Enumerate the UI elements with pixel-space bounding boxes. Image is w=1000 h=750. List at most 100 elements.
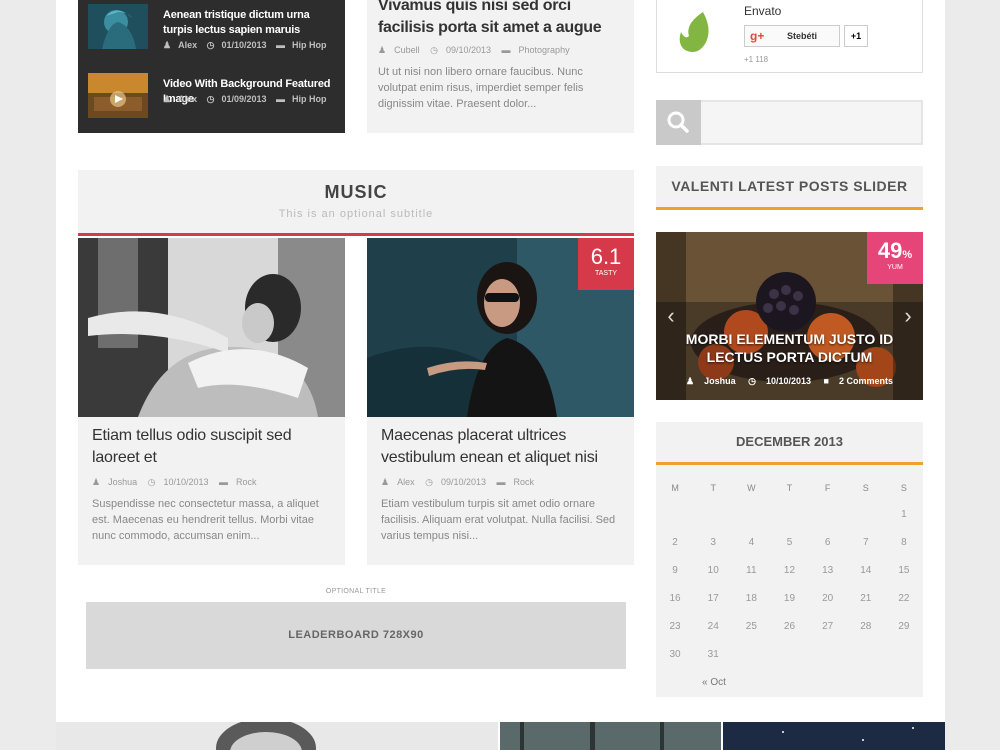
gplus-follow-button[interactable]: g+ Stebéti <box>744 25 840 47</box>
calendar-day: 26 <box>783 620 796 632</box>
comments-link[interactable]: 2 Comments <box>839 376 893 386</box>
calendar-day: 24 <box>707 620 719 632</box>
calendar-day: 5 <box>786 536 793 548</box>
post-title[interactable]: Vivamus quis nisi sed orci facilisis por… <box>378 0 628 39</box>
post-title[interactable]: Maecenas placerat ultrices vestibulum en… <box>381 425 621 469</box>
page-name[interactable]: Envato <box>744 4 781 18</box>
category[interactable]: Photography <box>519 45 570 55</box>
latest-posts-slider[interactable]: ‹ › 49% YUM MORBI ELEMENTUM JUSTO ID LEC… <box>656 232 923 400</box>
weekday-header: F <box>824 483 831 493</box>
post-thumbnail[interactable] <box>88 73 148 118</box>
search-button[interactable] <box>656 100 701 145</box>
weekday-header: S <box>862 483 869 493</box>
weekday-header: M <box>671 483 679 493</box>
page: Aenean tristique dictum urna turpis lect… <box>56 0 945 750</box>
author[interactable]: Cubell <box>394 45 420 55</box>
search-icon <box>667 111 689 133</box>
calendar-day: 4 <box>748 536 755 548</box>
calendar-table: M T W T F S S 1 2345678 9 10 11 12 13 14 15 16… <box>656 476 923 668</box>
calendar-day: 1 <box>901 508 907 520</box>
slider-post-title[interactable]: MORBI ELEMENTUM JUSTO ID LECTUS PORTA DI… <box>676 330 903 366</box>
footer-image[interactable] <box>56 722 498 750</box>
date: 09/10/2013 <box>445 45 492 55</box>
user-icon: ♟ <box>686 376 695 386</box>
calendar-day: 8 <box>901 536 907 548</box>
section-subtitle: This is an optional subtitle <box>278 208 434 220</box>
calendar-day: 10 <box>707 564 719 576</box>
score-value: 49% <box>867 238 923 264</box>
calendar-day <box>847 500 885 528</box>
author[interactable]: Joshua <box>108 477 137 487</box>
calendar-day <box>809 640 847 668</box>
author[interactable]: Joshua <box>704 376 736 386</box>
calendar-day: 19 <box>783 592 796 604</box>
search-input[interactable] <box>703 102 921 143</box>
mini-post[interactable]: Video With Background Featured Image ♟ Al… <box>88 73 338 123</box>
calendar-day: 13 <box>822 564 834 576</box>
footer-image[interactable] <box>500 722 721 750</box>
weekday-header: W <box>747 483 756 493</box>
score-unit: % <box>902 249 913 261</box>
user-icon: ♟ <box>381 477 390 487</box>
slider-widget-title: VALENTI LATEST POSTS SLIDER <box>656 166 923 210</box>
post-thumbnail[interactable] <box>88 4 148 49</box>
slider-prev-arrow[interactable]: ‹ <box>656 232 686 400</box>
author[interactable]: Alex <box>178 40 197 50</box>
category[interactable]: Rock <box>236 477 257 487</box>
section-title[interactable]: MUSIC <box>78 182 634 203</box>
mini-post[interactable]: Aenean tristique dictum urna turpis lect… <box>88 4 338 54</box>
clock-icon: ◷ <box>206 94 215 104</box>
category[interactable]: Hip Hop <box>292 94 327 104</box>
post-title[interactable]: Etiam tellus odio suscipit sed laoreet e… <box>92 425 332 469</box>
category[interactable]: Rock <box>514 477 535 487</box>
envato-leaf-icon[interactable] <box>675 10 715 55</box>
calendar-day: 25 <box>745 620 757 632</box>
calendar-day: 9 <box>672 564 678 576</box>
calendar-day: 30 <box>669 648 681 660</box>
calendar-day: 15 <box>898 564 910 576</box>
footer-image[interactable] <box>723 722 945 750</box>
leaderboard-ad[interactable]: LEADERBOARD 728X90 <box>86 602 626 669</box>
calendar-day <box>847 640 885 668</box>
post-meta: ♟ Cubell ◷ 09/10/2013 ▬ Photography <box>378 45 578 56</box>
weekday-header: T <box>710 483 716 493</box>
gplus-icon: g+ <box>750 29 765 43</box>
calendar-day <box>694 500 732 528</box>
calendar-prev-month-link[interactable]: « Oct <box>702 677 726 688</box>
calendar-day <box>809 500 847 528</box>
folder-icon: ▬ <box>276 94 286 104</box>
author[interactable]: Alex <box>178 94 197 104</box>
gplus-label: Stebéti <box>787 31 818 41</box>
clock-icon: ◷ <box>147 477 156 487</box>
plus-one-button[interactable]: +1 <box>844 25 868 47</box>
mini-post-meta: ♟ Alex ◷ 01/09/2013 ▬ Hip Hop <box>163 94 334 105</box>
author[interactable]: Alex <box>397 477 415 487</box>
calendar-widget: DECEMBER 2013 M T W T F S S 1 2345678 91… <box>656 422 923 697</box>
score-badge: 6.1 TASTY <box>578 238 634 290</box>
search-box <box>656 100 923 145</box>
post-image[interactable] <box>78 238 345 417</box>
user-icon: ♟ <box>163 40 172 50</box>
mini-post-title[interactable]: Aenean tristique dictum urna turpis lect… <box>163 8 338 38</box>
date: 01/10/2013 <box>221 40 267 50</box>
post-card: Etiam tellus odio suscipit sed laoreet e… <box>78 238 345 565</box>
calendar-day: 28 <box>860 620 872 632</box>
calendar-day <box>885 640 923 668</box>
calendar-day <box>732 500 770 528</box>
date: 10/10/2013 <box>765 376 812 386</box>
calendar-day: 2 <box>672 536 678 548</box>
calendar-title: DECEMBER 2013 <box>656 422 923 465</box>
calendar-day: 29 <box>898 620 910 632</box>
category[interactable]: Hip Hop <box>292 40 327 50</box>
post-excerpt: Ut ut nisi non libero ornare faucibus. N… <box>378 66 584 110</box>
score-label: TASTY <box>594 270 618 277</box>
latest-posts-widget: Aenean tristique dictum urna turpis lect… <box>78 0 345 133</box>
post-meta: ♟ Joshua ◷ 10/10/2013 ▬ Rock <box>92 477 265 488</box>
slider-post-meta: ♟ Joshua ◷ 10/10/2013 ■ 2 Comments <box>656 376 923 387</box>
calendar-day: 3 <box>710 536 716 548</box>
user-icon: ♟ <box>378 45 387 55</box>
calendar-day: 11 <box>746 564 757 576</box>
calendar-day: 16 <box>669 592 681 604</box>
calendar-day: 20 <box>822 592 834 604</box>
post-excerpt: Etiam vestibulum turpis sit amet odio or… <box>381 498 616 542</box>
